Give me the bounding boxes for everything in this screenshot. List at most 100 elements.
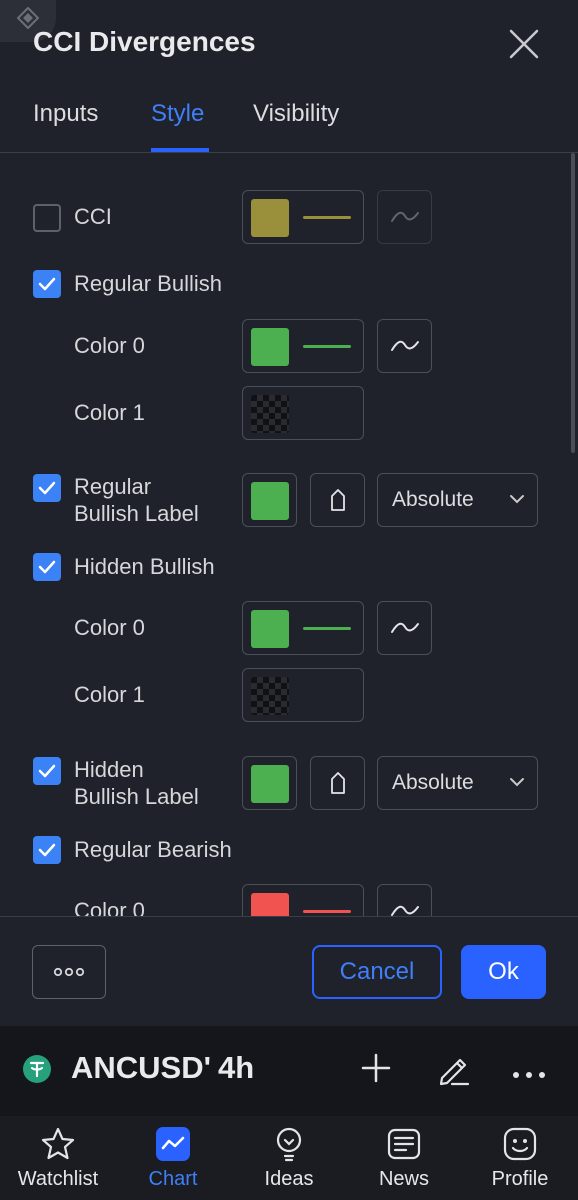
interval-selector[interactable]: 4h — [218, 1050, 254, 1086]
regular-bearish-label: Regular Bearish — [74, 837, 232, 862]
cci-plot-style-button[interactable] — [377, 190, 432, 244]
color1-label: Color 1 — [74, 400, 145, 425]
checkmark-icon — [38, 560, 56, 574]
select-value: Absolute — [392, 771, 474, 794]
color-swatch — [251, 893, 289, 916]
tab-bar: Inputs Style Visibility — [0, 90, 578, 153]
tether-coin-icon — [23, 1055, 51, 1083]
cci-color-picker[interactable] — [242, 190, 364, 244]
scrollbar[interactable] — [571, 153, 575, 453]
wave-icon — [390, 340, 419, 351]
color-swatch — [251, 199, 289, 237]
dialog-title: CCI Divergences — [33, 26, 256, 57]
transparent-swatch — [251, 677, 289, 715]
style-settings-panel[interactable]: CCI Regular Bullish Color 0 Color 1 Regu… — [0, 153, 578, 916]
chart-icon — [156, 1127, 190, 1161]
nav-watchlist[interactable]: Watchlist — [8, 1116, 108, 1200]
cci-label: CCI — [74, 204, 112, 229]
nav-profile[interactable]: Profile — [470, 1116, 570, 1200]
hidden-bullish-label-line2: Bullish Label — [74, 784, 199, 809]
label-shape-button[interactable] — [310, 756, 365, 810]
nav-label: Watchlist — [17, 1168, 99, 1190]
color0-label: Color 0 — [74, 898, 145, 916]
checkmark-icon — [38, 843, 56, 857]
regular-bullish-label-line1: Regular — [74, 474, 152, 499]
checkmark-icon — [38, 481, 56, 495]
line-style-preview — [303, 910, 351, 913]
color0-picker[interactable] — [242, 601, 364, 655]
color1-picker[interactable] — [242, 386, 364, 440]
plot-style-button[interactable] — [377, 319, 432, 373]
color-swatch — [251, 765, 289, 803]
dots-icon — [53, 967, 85, 977]
symbol-name[interactable]: ANCUSD' — [71, 1050, 211, 1086]
label-color-picker[interactable] — [242, 473, 297, 527]
color0-label: Color 0 — [74, 333, 145, 358]
add-button[interactable] — [360, 1052, 392, 1089]
hidden-bullish-label: Hidden Bullish — [74, 554, 215, 579]
line-style-preview — [303, 627, 351, 630]
label-position-select[interactable]: Absolute — [377, 473, 538, 527]
plot-style-button[interactable] — [377, 884, 432, 916]
chevron-down-icon — [510, 778, 524, 787]
line-style-preview — [303, 216, 351, 219]
label-shape-icon — [330, 772, 345, 794]
lightbulb-icon — [276, 1127, 302, 1162]
nav-label: Profile — [491, 1168, 549, 1190]
color-swatch — [251, 610, 289, 648]
dialog-footer: Cancel Ok — [0, 916, 578, 1027]
tab-inputs[interactable]: Inputs — [33, 100, 98, 128]
color0-label: Color 0 — [74, 615, 145, 640]
checkmark-icon — [38, 277, 56, 291]
more-dots-icon — [513, 1072, 545, 1078]
transparent-swatch — [251, 395, 289, 433]
color-swatch — [251, 328, 289, 366]
hidden-bullish-checkbox[interactable] — [33, 553, 61, 581]
star-icon — [41, 1127, 75, 1160]
news-icon — [387, 1128, 421, 1160]
wave-icon — [390, 622, 419, 633]
checkmark-icon — [38, 764, 56, 778]
pen-icon — [439, 1058, 470, 1086]
nav-label: Ideas — [264, 1168, 314, 1190]
drawing-tools-button[interactable] — [436, 1052, 472, 1093]
color-swatch — [251, 482, 289, 520]
plus-icon — [361, 1053, 391, 1083]
color1-picker[interactable] — [242, 668, 364, 722]
nav-chart[interactable]: Chart — [123, 1116, 223, 1200]
color0-picker[interactable] — [242, 884, 364, 916]
hidden-bullish-label-checkbox[interactable] — [33, 757, 61, 785]
color0-picker[interactable] — [242, 319, 364, 373]
nav-label: News — [378, 1168, 429, 1190]
label-color-picker[interactable] — [242, 756, 297, 810]
select-value: Absolute — [392, 488, 474, 511]
more-options-button[interactable] — [32, 945, 106, 999]
hidden-bullish-label-line1: Hidden — [74, 757, 144, 782]
cci-checkbox[interactable] — [33, 204, 61, 232]
close-button[interactable] — [506, 26, 542, 62]
wave-icon — [390, 211, 419, 222]
label-shape-icon — [330, 489, 345, 511]
smiley-icon — [503, 1127, 537, 1161]
tab-style[interactable]: Style — [151, 100, 204, 128]
wave-icon — [390, 905, 419, 916]
symbol-bar: ANCUSD' 4h — [0, 1026, 578, 1116]
line-style-preview — [303, 345, 351, 348]
label-shape-button[interactable] — [310, 473, 365, 527]
tab-visibility[interactable]: Visibility — [253, 100, 339, 128]
regular-bearish-checkbox[interactable] — [33, 836, 61, 864]
color1-label: Color 1 — [74, 682, 145, 707]
regular-bullish-label-checkbox[interactable] — [33, 474, 61, 502]
regular-bullish-checkbox[interactable] — [33, 270, 61, 298]
nav-ideas[interactable]: Ideas — [239, 1116, 339, 1200]
close-icon — [509, 29, 539, 59]
cancel-button[interactable]: Cancel — [312, 945, 442, 999]
nav-label: Chart — [148, 1168, 198, 1190]
more-menu-button[interactable] — [512, 1066, 546, 1084]
regular-bullish-label: Regular Bullish — [74, 271, 222, 296]
nav-news[interactable]: News — [354, 1116, 454, 1200]
regular-bullish-label-line2: Bullish Label — [74, 501, 199, 526]
label-position-select[interactable]: Absolute — [377, 756, 538, 810]
plot-style-button[interactable] — [377, 601, 432, 655]
ok-button[interactable]: Ok — [461, 945, 546, 999]
